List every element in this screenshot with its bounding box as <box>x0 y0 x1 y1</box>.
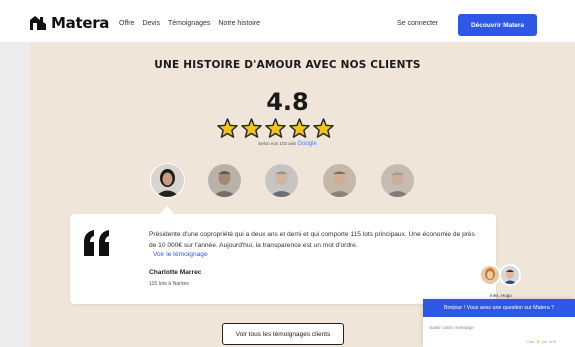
house-logo-icon <box>30 16 46 30</box>
brand-name: Matera <box>51 14 110 32</box>
top-navbar: Matera Offre Devis Témoignages Notre his… <box>0 0 575 42</box>
nav-links: Offre Devis Témoignages Notre histoire <box>119 20 260 27</box>
testimonial-text: Présidente d'une copropriété qui a deux … <box>149 231 475 249</box>
client-avatar-1[interactable] <box>151 164 184 197</box>
testimonial-author-detail: 115 lots à Nantes <box>149 281 189 287</box>
client-photo <box>323 164 356 197</box>
star-icon <box>313 118 334 138</box>
star-icon <box>217 118 238 138</box>
client-photo <box>208 164 241 197</box>
reviews-source: Selon nos 102 avis Google <box>0 141 575 147</box>
chat-agent-names: Inès, Hugo <box>490 293 512 298</box>
client-photo <box>265 164 298 197</box>
client-avatar-4[interactable] <box>323 164 356 197</box>
star-icon <box>265 118 286 138</box>
chat-agent-avatar <box>479 264 501 286</box>
all-testimonials-button[interactable]: Voir tous les témoignages clients <box>222 323 344 345</box>
client-photo <box>381 164 414 197</box>
login-link[interactable]: Se connecter <box>397 20 438 27</box>
brand-logo[interactable]: Matera <box>30 14 109 32</box>
rating-score: 4.8 <box>266 88 309 116</box>
see-testimonial-link[interactable]: Voir le témoignage <box>153 251 208 258</box>
active-testimonial-pointer <box>160 206 174 214</box>
reviews-count: Selon nos 102 avis <box>258 141 297 146</box>
rating-stars <box>217 118 334 138</box>
nav-link-temoignages[interactable]: Témoignages <box>168 20 210 27</box>
chat-agent-avatar <box>499 264 521 286</box>
testimonial-card <box>70 214 496 304</box>
section-title: UNE HISTOIRE D'AMOUR AVEC NOS CLIENTS <box>154 59 421 71</box>
quote-icon <box>84 230 109 256</box>
testimonial-author: Charlotte Marrec <box>149 269 202 276</box>
star-icon <box>289 118 310 138</box>
client-avatar-5[interactable] <box>381 164 414 197</box>
client-avatar-2[interactable] <box>208 164 241 197</box>
nav-link-offre[interactable]: Offre <box>119 20 134 27</box>
nav-link-devis[interactable]: Devis <box>142 20 160 27</box>
chat-greeting[interactable]: Bonjour ! Vous avez une question sur Mat… <box>423 299 575 317</box>
chat-credit[interactable]: Chat ⚡ par Drift <box>526 339 556 344</box>
google-label: Google <box>297 141 317 147</box>
client-avatar-3[interactable] <box>265 164 298 197</box>
star-icon <box>241 118 262 138</box>
nav-link-histoire[interactable]: Notre histoire <box>218 20 260 27</box>
chat-message-input[interactable]: Saisir votre message <box>429 326 474 331</box>
client-photo <box>151 164 184 197</box>
discover-button[interactable]: Découvrir Matera <box>458 14 537 36</box>
